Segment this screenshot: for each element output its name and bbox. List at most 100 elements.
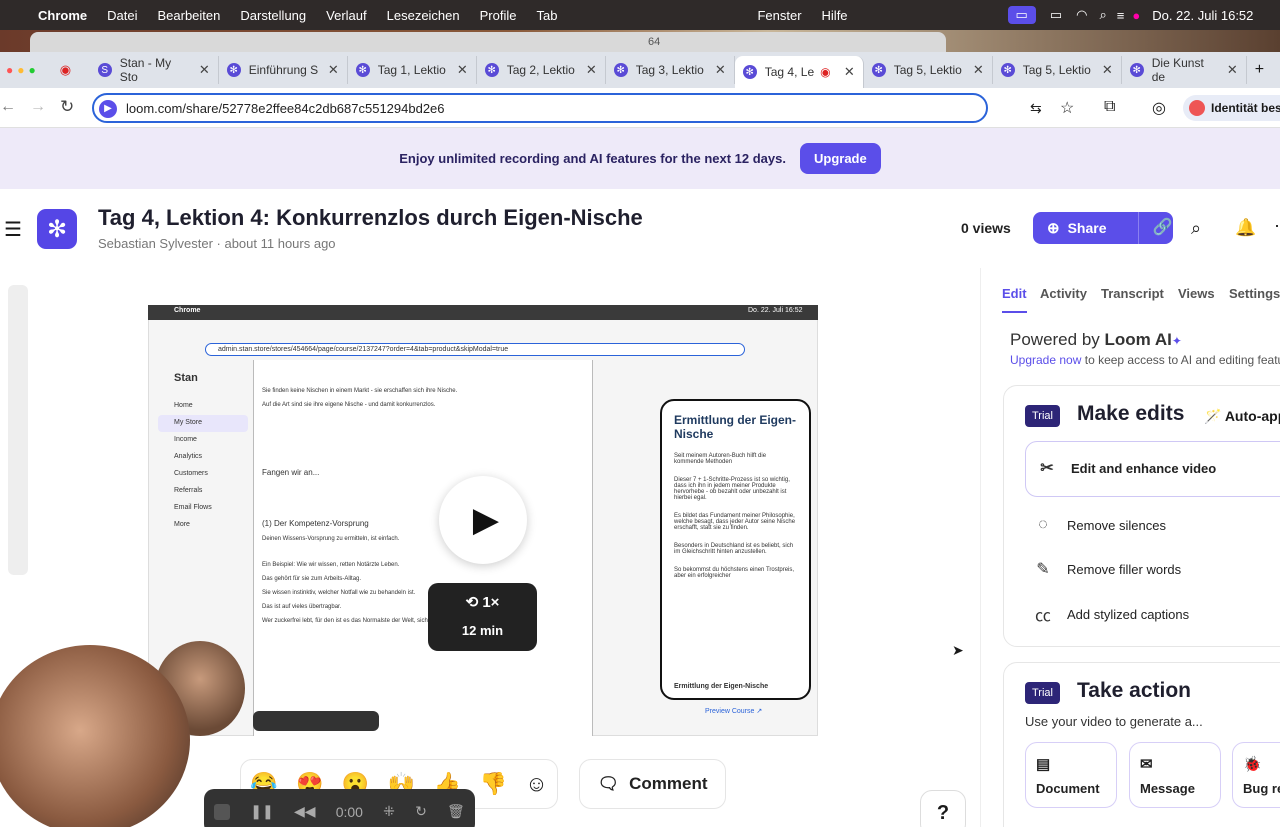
add-user-icon[interactable]: ⊕ — [1047, 219, 1060, 237]
tab-stan[interactable]: S Stan - My Sto ✕ — [90, 56, 219, 84]
rewind-icon[interactable]: ◀◀ — [294, 803, 316, 820]
captions-row[interactable]: ㏄ Add stylized captions — [1033, 602, 1189, 626]
tab-views[interactable]: Views — [1178, 286, 1215, 301]
drag-handle-icon[interactable]: ⁜ — [383, 803, 395, 820]
pause-icon[interactable]: ❚❚ — [250, 803, 273, 820]
menu-tab[interactable]: Tab — [536, 8, 557, 23]
message-button[interactable]: ✉ Message — [1129, 742, 1221, 808]
loom-extension-icon[interactable]: ◎ — [1152, 98, 1166, 118]
playback-speed[interactable]: 1× — [482, 594, 499, 611]
upgrade-button[interactable]: Upgrade — [799, 143, 881, 174]
add-reaction-icon[interactable]: ☺ — [525, 771, 547, 797]
speed-duration-pill[interactable]: ⟲ 1× 12 min — [428, 583, 537, 651]
restart-icon[interactable]: ↻ — [415, 803, 427, 820]
extensions-icon[interactable]: ⧉ — [1104, 98, 1115, 116]
control-center-icon[interactable]: ≡ — [1117, 8, 1125, 23]
forward-icon[interactable]: → — [30, 98, 46, 116]
tab-edit[interactable]: Edit — [1002, 286, 1027, 301]
address-bar[interactable]: ▶ loom.com/share/52778e2ffee84c2db687c55… — [92, 93, 1074, 123]
tab-settings[interactable]: Settings — [1229, 286, 1280, 301]
window-minimize-icon[interactable]: ● — [17, 63, 24, 77]
copy-link-icon[interactable]: 🔗 — [1137, 212, 1173, 244]
tab-tag4-active[interactable]: ✻ Tag 4, Le ◉ ✕ — [734, 56, 864, 88]
share-button[interactable]: Share — [1068, 220, 1138, 236]
screen-share-icon[interactable]: ▭ — [1007, 6, 1036, 24]
tab-activity[interactable]: Activity — [1040, 286, 1087, 301]
recorded-stan-sidebar: Stan Home My Store Income Analytics Cust… — [158, 372, 248, 534]
menu-app-name[interactable]: Chrome — [38, 8, 87, 23]
auto-apply-button[interactable]: 🪄 Auto-appl — [1204, 408, 1280, 425]
battery-icon[interactable]: ▭ — [1050, 7, 1062, 23]
close-icon[interactable]: ✕ — [578, 62, 597, 78]
document-button[interactable]: ▤ Document — [1025, 742, 1117, 808]
menu-datei[interactable]: Datei — [107, 8, 137, 23]
close-icon[interactable]: ✕ — [1219, 62, 1238, 78]
hamburger-menu-icon[interactable]: ☰ — [4, 217, 22, 242]
comment-label: Comment — [629, 774, 708, 793]
wifi-icon[interactable]: ◠ — [1076, 7, 1087, 23]
search-icon[interactable]: ⌕ — [1099, 7, 1106, 23]
menu-verlauf[interactable]: Verlauf — [326, 8, 366, 23]
close-icon[interactable]: ✕ — [965, 62, 984, 78]
tab-tag1[interactable]: ✻ Tag 1, Lektio ✕ — [348, 56, 477, 84]
loom-logo[interactable]: ✻ — [37, 209, 77, 249]
menu-profile[interactable]: Profile — [480, 8, 517, 23]
tab-einfuehrung[interactable]: ✻ Einführung S ✕ — [219, 56, 348, 84]
siri-icon[interactable]: ● — [1132, 8, 1140, 23]
menu-fenster[interactable]: Fenster — [757, 8, 801, 23]
stop-icon[interactable] — [214, 803, 231, 820]
menu-bearbeiten[interactable]: Bearbeiten — [157, 8, 220, 23]
close-icon[interactable]: ✕ — [836, 64, 855, 80]
bookmark-star-icon[interactable]: ☆ — [1060, 98, 1074, 118]
new-tab-icon[interactable]: + — [1255, 61, 1264, 79]
tab-strip: ● ● ● ◉ S Stan - My Sto ✕ ✻ Einführung S ✕ ✻… — [0, 52, 1280, 88]
profile-chip[interactable]: Identität bes — [1183, 95, 1280, 121]
reload-icon[interactable]: ↻ — [60, 97, 74, 117]
menubar-clock[interactable]: Do. 22. Juli 16:52 — [1152, 8, 1253, 23]
tab-transcript[interactable]: Transcript — [1101, 286, 1164, 301]
search-icon[interactable]: ⌕ — [1191, 218, 1201, 239]
video-title[interactable]: Tag 4, Lektion 4: Konkurrenzlos durch Ei… — [98, 205, 643, 231]
translate-icon[interactable]: ⇆ — [1030, 100, 1042, 117]
recording-indicator-icon[interactable]: ◉ — [60, 62, 90, 78]
close-icon[interactable]: ✕ — [191, 62, 210, 78]
tab-kunst[interactable]: ✻ Die Kunst de ✕ — [1122, 56, 1247, 84]
bug-report-button[interactable]: 🐞 Bug re — [1232, 742, 1280, 808]
tab-label: Stan - My Sto — [119, 56, 172, 84]
recording-toolbar: ❚❚ ◀◀ 0:00 ⁜ ↻ 🗑 — [204, 789, 475, 827]
author-name[interactable]: Sebastian Sylvester — [98, 236, 213, 251]
window-close-icon[interactable]: ● — [6, 63, 13, 77]
edit-enhance-row[interactable]: ✂ Edit and enhance video — [1037, 458, 1216, 478]
comment-button[interactable]: 🗨 Comment — [579, 759, 726, 809]
take-action-desc: Use your video to generate a... — [1025, 714, 1203, 729]
close-icon[interactable]: ✕ — [320, 62, 339, 78]
doc-line: Deinen Wissens-Vorsprung zu ermitteln, i… — [262, 536, 400, 542]
remove-filler-row[interactable]: ✎ Remove filler words — [1033, 559, 1181, 579]
phone-title: Ermittlung der Eigen-Nische — [674, 413, 797, 441]
menu-lesezeichen[interactable]: Lesezeichen — [387, 8, 460, 23]
reaction-thumbs-down[interactable]: 👎 — [479, 771, 506, 797]
help-button[interactable]: ? — [920, 790, 966, 827]
back-icon[interactable]: ← — [0, 98, 16, 116]
loom-favicon-icon: ✻ — [1129, 63, 1144, 77]
close-icon[interactable]: ✕ — [707, 62, 726, 78]
close-icon[interactable]: ✕ — [449, 62, 468, 78]
close-icon[interactable]: ✕ — [1094, 62, 1113, 78]
tab-tag5a[interactable]: ✻ Tag 5, Lektio ✕ — [864, 56, 993, 84]
trash-icon[interactable]: 🗑 — [447, 803, 465, 820]
tab-tag5b[interactable]: ✻ Tag 5, Lektio ✕ — [993, 56, 1122, 84]
window-zoom-icon[interactable]: ● — [29, 63, 36, 77]
upgrade-now-link[interactable]: Upgrade now — [1010, 353, 1081, 367]
video-meta: Sebastian Sylvester · about 11 hours ago — [98, 236, 336, 251]
play-button[interactable]: ▶ — [439, 476, 527, 564]
notification-bell-icon[interactable]: 🔔 — [1235, 218, 1256, 238]
menu-hilfe[interactable]: Hilfe — [822, 8, 848, 23]
menu-darstellung[interactable]: Darstellung — [240, 8, 306, 23]
tab-tag3[interactable]: ✻ Tag 3, Lektio ✕ — [606, 56, 735, 84]
remove-silences-row[interactable]: ◌ Remove silences — [1033, 516, 1166, 534]
tab-tag2[interactable]: ✻ Tag 2, Lektio ✕ — [477, 56, 606, 84]
mouse-cursor-icon: ➤ — [952, 642, 964, 658]
sparkle-icon: ✦ — [1171, 334, 1182, 348]
more-icon[interactable]: ⋯ — [1274, 216, 1280, 237]
view-count[interactable]: 0 views — [961, 220, 1011, 236]
